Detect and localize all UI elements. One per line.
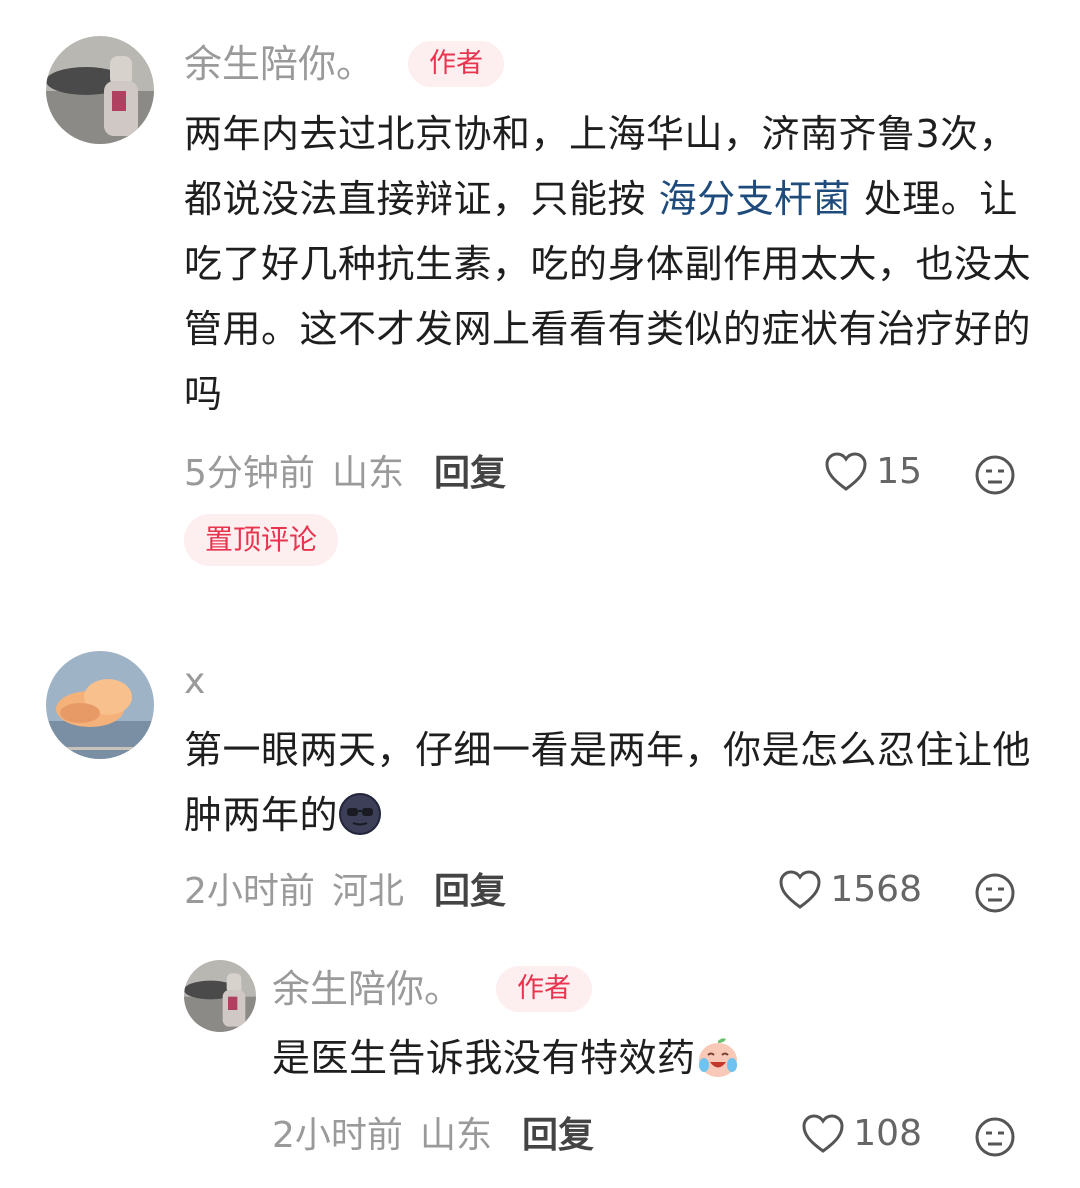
author-badge: 作者: [496, 966, 592, 1012]
avatar-author[interactable]: [46, 36, 154, 144]
keyword-link[interactable]: 海分支杆菌: [659, 177, 852, 221]
reply-text: 是医生告诉我没有特效药: [272, 1026, 1032, 1091]
reply-text-body: 是医生告诉我没有特效药: [272, 1036, 696, 1080]
heart-icon: [802, 1114, 844, 1153]
like-button[interactable]: 108: [790, 1114, 922, 1154]
pinned-comment-badge: 置顶评论: [184, 514, 338, 566]
reply-author-name[interactable]: 余生陪你。: [272, 970, 462, 1008]
like-count: 1568: [830, 869, 922, 910]
comment-text: 第一眼两天，仔细一看是两年，你是怎么忍住让他肿两年的: [184, 718, 1034, 848]
crying-laughing-emoji: [698, 1038, 737, 1077]
dislike-icon[interactable]: [974, 1116, 1016, 1158]
comment-text: 两年内去过北京协和，上海华山，济南齐鲁3次，都说没法直接辩证，只能按 海分支杆菌…: [184, 102, 1034, 427]
comment-location: 山东: [332, 453, 405, 494]
reply-button[interactable]: 回复: [434, 456, 506, 492]
like-count: 15: [876, 451, 922, 492]
comment-time: 2小时前: [184, 871, 315, 912]
like-count: 108: [853, 1113, 922, 1154]
comment-author-name[interactable]: x: [184, 664, 205, 700]
heart-icon: [825, 452, 867, 491]
reply-time: 2小时前: [272, 1115, 403, 1156]
heart-icon: [779, 870, 821, 909]
like-button[interactable]: 15: [800, 452, 922, 492]
avatar-author[interactable]: [184, 960, 256, 1032]
comment-author-name[interactable]: 余生陪你。: [184, 45, 374, 83]
reply-button[interactable]: 回复: [434, 874, 506, 910]
author-badge: 作者: [408, 41, 504, 87]
avatar-user[interactable]: [46, 651, 154, 759]
comment-time: 5分钟前: [184, 453, 315, 494]
comment-text-body: 第一眼两天，仔细一看是两年，你是怎么忍住让他肿两年的: [184, 728, 1032, 837]
dislike-icon[interactable]: [974, 872, 1016, 914]
dislike-icon[interactable]: [974, 454, 1016, 496]
reply-button[interactable]: 回复: [522, 1118, 594, 1154]
comment-location: 河北: [332, 871, 405, 912]
like-button[interactable]: 1568: [770, 870, 922, 910]
sunglasses-moon-emoji: [339, 793, 382, 835]
reply-location: 山东: [420, 1115, 493, 1156]
